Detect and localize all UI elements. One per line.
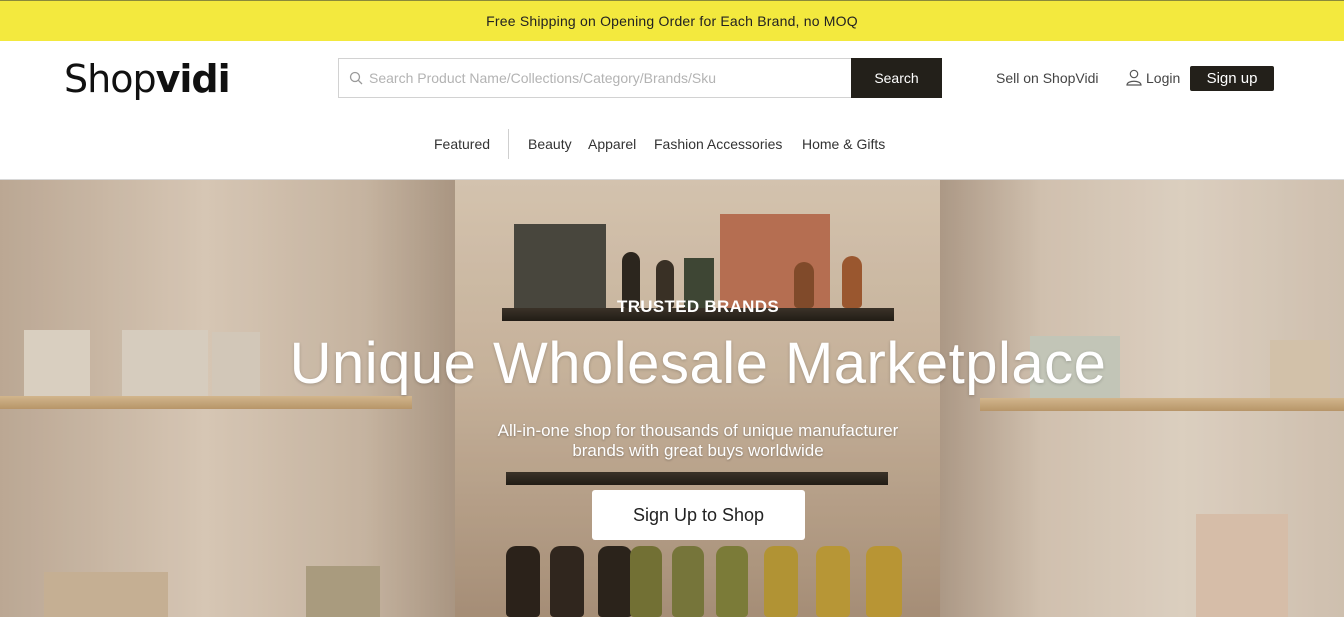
- search-field-wrapper: [338, 58, 851, 98]
- category-nav: Featured Beauty Apparel Fashion Accessor…: [0, 128, 1344, 160]
- user-icon: [1126, 69, 1142, 86]
- nav-item-fashion-accessories[interactable]: Fashion Accessories: [654, 136, 782, 152]
- promo-banner: Free Shipping on Opening Order for Each …: [0, 0, 1344, 41]
- site-header: Shopvidi Search Sell on ShopVidi Login S…: [0, 41, 1344, 180]
- signup-button[interactable]: Sign up: [1190, 66, 1274, 91]
- search-input[interactable]: [369, 60, 851, 96]
- login-link[interactable]: Login: [1126, 69, 1180, 86]
- nav-divider: [508, 129, 509, 159]
- hero-eyebrow: TRUSTED BRANDS: [617, 297, 779, 316]
- logo-part-shop: Shop: [64, 57, 157, 101]
- logo-part-vidi: vidi: [155, 57, 231, 101]
- promo-text: Free Shipping on Opening Order for Each …: [486, 13, 858, 29]
- nav-item-home-gifts[interactable]: Home & Gifts: [802, 136, 885, 152]
- shopvidi-logo[interactable]: Shopvidi: [64, 55, 231, 103]
- nav-item-beauty[interactable]: Beauty: [528, 136, 572, 152]
- search-icon: [349, 71, 363, 85]
- nav-item-apparel[interactable]: Apparel: [588, 136, 636, 152]
- hero-banner: TRUSTED BRANDS Unique Wholesale Marketpl…: [0, 180, 1344, 617]
- hero-subtitle: All-in-one shop for thousands of unique …: [497, 421, 899, 460]
- sell-on-shopvidi-link[interactable]: Sell on ShopVidi: [996, 70, 1098, 86]
- search-bar: Search: [338, 58, 942, 98]
- hero-overlay: [0, 180, 1344, 617]
- sign-up-to-shop-button[interactable]: Sign Up to Shop: [592, 490, 805, 540]
- login-label: Login: [1146, 69, 1181, 86]
- nav-item-featured[interactable]: Featured: [434, 136, 490, 152]
- search-button[interactable]: Search: [851, 58, 942, 98]
- hero-title: Unique Wholesale Marketplace: [289, 331, 1107, 396]
